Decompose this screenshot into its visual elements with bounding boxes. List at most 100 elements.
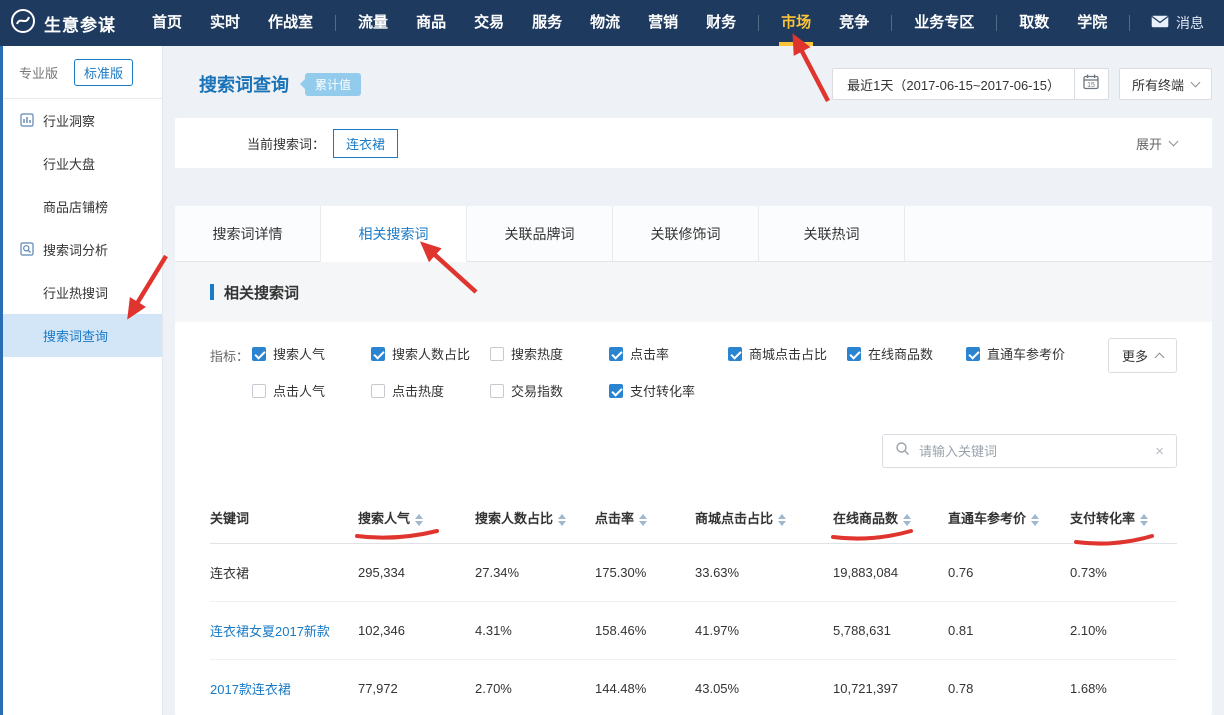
- cell-search-popularity: 102,346: [358, 602, 475, 660]
- nav-item-market[interactable]: 市场: [767, 0, 825, 46]
- top-nav: 生意参谋 首页 实时 作战室 流量 商品 交易 服务 物流 营销 财务 市场 竞…: [0, 0, 1224, 46]
- tab-brand-words[interactable]: 关联品牌词: [467, 206, 613, 262]
- calendar-button[interactable]: 15: [1075, 68, 1109, 100]
- cell-mall-click-ratio: 43.05%: [695, 660, 833, 715]
- metric-checkbox-trade-index[interactable]: 交易指数: [490, 381, 609, 400]
- metric-checkbox-search-popularity[interactable]: 搜索人气: [252, 344, 371, 363]
- sort-icon[interactable]: [903, 514, 911, 526]
- nav-item-logistics[interactable]: 物流: [576, 0, 634, 46]
- nav-item-service[interactable]: 服务: [518, 0, 576, 46]
- column-header-searcher-ratio[interactable]: 搜索人数占比: [475, 492, 595, 544]
- brand[interactable]: 生意参谋: [10, 8, 116, 39]
- current-term-chip[interactable]: 连衣裙: [333, 129, 398, 158]
- table-header-row: 关键词 搜索人气 搜索人数占比 点击率 商城点击占比 在线商品数 直通车参考价 …: [210, 492, 1177, 544]
- nav-item-academy[interactable]: 学院: [1063, 0, 1121, 46]
- column-header-click-rate[interactable]: 点击率: [595, 492, 695, 544]
- nav-item-trade[interactable]: 交易: [460, 0, 518, 46]
- tab-bar-filler: [905, 206, 1212, 262]
- metric-checkbox-searcher-ratio[interactable]: 搜索人数占比: [371, 344, 490, 363]
- version-tab-standard[interactable]: 标准版: [74, 59, 133, 86]
- metric-checkbox-payment-conversion[interactable]: 支付转化率: [609, 381, 728, 400]
- envelope-icon: [1151, 15, 1169, 31]
- metrics-label: 指标：: [210, 346, 252, 400]
- nav-item-marketing[interactable]: 营销: [634, 0, 692, 46]
- column-header-keyword: 关键词: [210, 492, 358, 544]
- message-button[interactable]: 消息: [1151, 13, 1210, 33]
- sidebar-item-label: 搜索词分析: [43, 240, 108, 259]
- date-range-picker[interactable]: 最近1天（2017-06-15~2017-06-15）: [832, 68, 1075, 100]
- keyword-search-box[interactable]: ×: [882, 434, 1177, 468]
- search-icon: [895, 441, 910, 461]
- tab-related-search[interactable]: 相关搜索词: [321, 206, 467, 262]
- clear-icon[interactable]: ×: [1155, 444, 1164, 459]
- tab-modifier-words[interactable]: 关联修饰词: [613, 206, 759, 262]
- page-title: 搜索词查询: [199, 71, 289, 97]
- nav-items: 首页 实时 作战室 流量 商品 交易 服务 物流 营销 财务 市场 竞争 业务专…: [138, 0, 1138, 46]
- checkbox-icon: [252, 347, 266, 361]
- tab-search-detail[interactable]: 搜索词详情: [175, 206, 321, 262]
- metric-checkbox-mall-click-ratio[interactable]: 商城点击占比: [728, 344, 847, 363]
- metric-label: 搜索热度: [511, 344, 563, 363]
- nav-item-realtime[interactable]: 实时: [196, 0, 254, 46]
- metric-checkbox-click-popularity[interactable]: 点击人气: [252, 381, 371, 400]
- sort-icon[interactable]: [415, 514, 423, 526]
- column-header-online-products[interactable]: 在线商品数: [833, 492, 948, 544]
- nav-item-finance[interactable]: 财务: [692, 0, 750, 46]
- metrics-grid: 搜索人气 搜索人数占比 搜索热度 点击率: [252, 344, 1085, 400]
- calendar-icon: 15: [1082, 73, 1100, 96]
- cell-online-products: 5,788,631: [833, 602, 948, 660]
- column-header-search-popularity[interactable]: 搜索人气: [358, 492, 475, 544]
- sidebar-menu: 行业洞察 行业大盘 商品店铺榜 搜索词分析 行业热搜词: [3, 99, 162, 357]
- metric-checkbox-click-rate[interactable]: 点击率: [609, 344, 728, 363]
- metric-checkbox-click-heat[interactable]: 点击热度: [371, 381, 490, 400]
- column-label: 关键词: [210, 511, 249, 526]
- version-tab-pro[interactable]: 专业版: [19, 63, 58, 82]
- checkbox-icon: [728, 347, 742, 361]
- column-header-ztc-ref-price[interactable]: 直通车参考价: [948, 492, 1070, 544]
- nav-item-war-room[interactable]: 作战室: [254, 0, 327, 46]
- sidebar-item-hot-search-words[interactable]: 行业热搜词: [3, 271, 162, 314]
- column-label: 搜索人气: [358, 511, 410, 526]
- more-metrics-button[interactable]: 更多: [1108, 338, 1177, 373]
- section-header: 相关搜索词: [175, 262, 1212, 322]
- cell-searcher-ratio: 2.70%: [475, 660, 595, 715]
- metric-label: 搜索人气: [273, 344, 325, 363]
- sort-icon[interactable]: [1140, 514, 1148, 526]
- checkbox-icon: [252, 384, 266, 398]
- page-header: 搜索词查询 累计值 最近1天（2017-06-15~2017-06-15） 15…: [175, 66, 1212, 102]
- keyword-cell[interactable]: 连衣裙女夏2017新款: [210, 624, 330, 639]
- sidebar-item-industry-insight[interactable]: 行业洞察: [3, 99, 162, 142]
- nav-item-traffic[interactable]: 流量: [344, 0, 402, 46]
- keyword-cell[interactable]: 2017款连衣裙: [210, 682, 291, 697]
- metric-checkbox-online-products[interactable]: 在线商品数: [847, 344, 966, 363]
- column-header-payment-conversion[interactable]: 支付转化率: [1070, 492, 1177, 544]
- nav-divider: [758, 15, 759, 31]
- metric-checkbox-ztc-ref-price[interactable]: 直通车参考价: [966, 344, 1085, 363]
- nav-item-home[interactable]: 首页: [138, 0, 196, 46]
- metric-checkbox-search-heat[interactable]: 搜索热度: [490, 344, 609, 363]
- nav-item-business-zone[interactable]: 业务专区: [900, 0, 988, 46]
- sidebar-item-search-analysis[interactable]: 搜索词分析: [3, 228, 162, 271]
- cell-payment-conversion: 0.73%: [1070, 544, 1177, 602]
- sort-icon[interactable]: [639, 514, 647, 526]
- sidebar-item-industry-overview[interactable]: 行业大盘: [3, 142, 162, 185]
- keyword-cell: 连衣裙: [210, 566, 249, 581]
- tab-hot-words[interactable]: 关联热词: [759, 206, 905, 262]
- current-term-card: 当前搜索词： 连衣裙 展开: [175, 118, 1212, 168]
- nav-item-data-extract[interactable]: 取数: [1005, 0, 1063, 46]
- expand-toggle[interactable]: 展开: [1136, 134, 1177, 153]
- sidebar-item-product-shop-rank[interactable]: 商品店铺榜: [3, 185, 162, 228]
- search-row: ×: [175, 404, 1212, 480]
- message-label: 消息: [1176, 13, 1204, 33]
- sort-icon[interactable]: [778, 514, 786, 526]
- sort-icon[interactable]: [1031, 514, 1039, 526]
- sidebar-item-search-word-query[interactable]: 搜索词查询: [3, 314, 162, 357]
- terminal-select[interactable]: 所有终端: [1119, 68, 1212, 100]
- sort-icon[interactable]: [558, 514, 566, 526]
- nav-item-product[interactable]: 商品: [402, 0, 460, 46]
- nav-item-competition[interactable]: 竞争: [825, 0, 883, 46]
- metric-label: 搜索人数占比: [392, 344, 470, 363]
- keyword-search-input[interactable]: [919, 444, 1146, 459]
- column-header-mall-click-ratio[interactable]: 商城点击占比: [695, 492, 833, 544]
- cell-mall-click-ratio: 41.97%: [695, 602, 833, 660]
